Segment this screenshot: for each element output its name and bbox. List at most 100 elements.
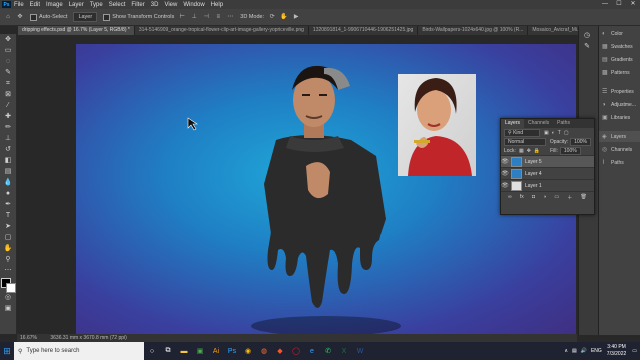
auto-select-target[interactable]: Layer <box>73 12 98 22</box>
menu-type[interactable]: Type <box>90 2 103 8</box>
video-3d-icon[interactable]: ▶ <box>292 13 300 21</box>
align-left-icon[interactable]: ⊢ <box>178 13 186 21</box>
notifications-icon[interactable]: ▭ <box>632 348 637 354</box>
taskbar-search[interactable]: ⚲ Type here to search <box>14 342 144 360</box>
orbit-3d-icon[interactable]: ⟳ <box>268 13 276 21</box>
visibility-eye-icon[interactable]: 👁 <box>501 170 509 177</box>
menu-view[interactable]: View <box>164 2 177 8</box>
path-selection-tool-icon[interactable]: ➤ <box>3 223 13 231</box>
menu-filter[interactable]: Filter <box>131 2 144 8</box>
pan-3d-icon[interactable]: ✋ <box>280 13 288 21</box>
tab-channels[interactable]: Channels <box>524 119 553 128</box>
gradient-tool-icon[interactable]: ▤ <box>3 168 13 176</box>
filter-adjust-icon[interactable]: ◐ <box>552 130 555 136</box>
new-layer-icon[interactable]: ＋ <box>567 194 572 201</box>
visibility-eye-icon[interactable]: 👁 <box>501 158 509 165</box>
menu-edit[interactable]: Edit <box>30 2 40 8</box>
align-center-icon[interactable]: ⊥ <box>190 13 198 21</box>
history-brush-tool-icon[interactable]: ↺ <box>3 146 13 154</box>
panel-paths[interactable]: ⌇ Paths <box>599 157 640 168</box>
quick-select-tool-icon[interactable]: ✎ <box>3 69 13 77</box>
fill-input[interactable]: 100% <box>559 146 581 155</box>
lock-all-icon[interactable]: 🔒 <box>534 148 540 154</box>
delete-layer-icon[interactable]: 🗑 <box>581 194 587 200</box>
align-right-icon[interactable]: ⊣ <box>202 13 210 21</box>
move-tool-icon[interactable]: ✥ <box>16 13 24 21</box>
more-options-icon[interactable]: ⋯ <box>226 13 234 21</box>
language-indicator[interactable]: ENG <box>591 348 602 354</box>
visibility-eye-icon[interactable]: 👁 <box>501 182 509 189</box>
tab-birds-wallpaper[interactable]: Birds-Wallpapers-1024x640.jpg @ 100% (R.… <box>418 26 529 35</box>
hand-tool-icon[interactable]: ✋ <box>3 245 13 253</box>
auto-select-option[interactable]: Auto-Select <box>30 13 67 21</box>
frame-tool-icon[interactable]: ⊠ <box>3 91 13 99</box>
opacity-input[interactable]: 100% <box>570 137 591 146</box>
task-view-icon[interactable]: ⧉ <box>160 342 176 360</box>
auto-select-dropdown[interactable]: Layer <box>73 12 98 22</box>
link-layers-icon[interactable]: ∞ <box>508 194 512 200</box>
crop-tool-icon[interactable]: ⌗ <box>3 80 13 88</box>
tab-mosaico[interactable]: Mosaico_Avicraf_Mi... <box>528 26 578 35</box>
screen-mode-icon[interactable]: ▣ <box>3 305 13 313</box>
excel-icon[interactable]: X <box>336 342 352 360</box>
edit-toolbar-icon[interactable]: ⋯ <box>3 267 13 275</box>
tab-dripping-effects[interactable]: dripping effects.psd @ 16.7% (Layer 5, R… <box>18 26 135 35</box>
network-icon[interactable]: ▤ <box>572 348 577 354</box>
volume-icon[interactable]: 🔊 <box>581 348 587 354</box>
panel-color[interactable]: ◐ Color <box>599 28 640 39</box>
eyedropper-tool-icon[interactable]: ⁄ <box>3 102 13 110</box>
panel-channels[interactable]: ◎ Channels <box>599 144 640 155</box>
menu-3d[interactable]: 3D <box>151 2 159 8</box>
layer-style-icon[interactable]: fx <box>520 194 524 200</box>
menu-help[interactable]: Help <box>211 2 223 8</box>
panel-libraries[interactable]: ▣ Libraries <box>599 112 640 123</box>
clock[interactable]: 3:40 PM 7/3/2022 <box>607 344 626 358</box>
move-tool-icon[interactable]: ✥ <box>3 36 13 44</box>
close-button[interactable]: ✕ <box>626 0 640 9</box>
layer-row-layer-4[interactable]: 👁 Layer 4 <box>501 167 594 179</box>
home-icon[interactable]: ⌂ <box>4 13 12 21</box>
opera-icon[interactable]: ◯ <box>288 342 304 360</box>
whatsapp-icon[interactable]: ✆ <box>320 342 336 360</box>
panel-patterns[interactable]: ▩ Patterns <box>599 67 640 78</box>
layer-row-layer-1[interactable]: 👁 Layer 1 <box>501 179 594 191</box>
healing-brush-tool-icon[interactable]: ✚ <box>3 113 13 121</box>
firefox-icon[interactable]: ◍ <box>256 342 272 360</box>
panel-swatches[interactable]: ▦ Swatches <box>599 41 640 52</box>
panel-adjustments[interactable]: ◑ Adjustme... <box>599 99 640 110</box>
background-color-swatch[interactable] <box>6 283 16 293</box>
tab-photo[interactable]: 1320891814_1-9906710446-1906251425.jpg <box>308 26 419 35</box>
zoom-tool-icon[interactable]: ⚲ <box>3 256 13 264</box>
menu-select[interactable]: Select <box>109 2 126 8</box>
camtasia-icon[interactable]: ▣ <box>192 342 208 360</box>
filter-shape-icon[interactable]: ▢ <box>564 130 569 136</box>
panel-gradients[interactable]: ▤ Gradients <box>599 54 640 65</box>
menu-layer[interactable]: Layer <box>69 2 84 8</box>
blend-mode-dropdown[interactable]: Normal <box>504 137 546 146</box>
pen-tool-icon[interactable]: ✒ <box>3 201 13 209</box>
add-mask-icon[interactable]: ◘ <box>532 194 535 200</box>
minimize-button[interactable]: — <box>598 0 612 9</box>
menu-image[interactable]: Image <box>46 2 63 8</box>
dodge-tool-icon[interactable]: ● <box>3 190 13 198</box>
artboard-tool-icon[interactable]: ▭ <box>3 47 13 55</box>
brush-tool-icon[interactable]: ✏ <box>3 124 13 132</box>
word-icon[interactable]: W <box>352 342 368 360</box>
tray-expand-icon[interactable]: ∧ <box>564 348 568 354</box>
filter-type-icon[interactable]: T <box>558 130 561 136</box>
edge-icon[interactable]: e <box>304 342 320 360</box>
brave-icon[interactable]: ◆ <box>272 342 288 360</box>
transform-controls-checkbox[interactable] <box>103 13 111 21</box>
brush-panel-icon[interactable]: ✎ <box>582 43 592 51</box>
lock-pixels-icon[interactable]: ▦ <box>519 148 524 154</box>
photoshop-logo-icon[interactable]: Ps <box>2 1 11 8</box>
type-tool-icon[interactable]: T <box>3 212 13 220</box>
illustrator-icon[interactable]: Ai <box>208 342 224 360</box>
menu-window[interactable]: Window <box>183 2 204 8</box>
layer-filter-dropdown[interactable]: ⚲ Kind <box>504 128 540 137</box>
chrome-icon[interactable]: ◉ <box>240 342 256 360</box>
color-swatches[interactable] <box>1 278 16 293</box>
tab-paths[interactable]: Paths <box>553 119 574 128</box>
filter-pixel-icon[interactable]: ▣ <box>544 130 549 136</box>
zoom-level[interactable]: 16.67% <box>20 335 37 341</box>
